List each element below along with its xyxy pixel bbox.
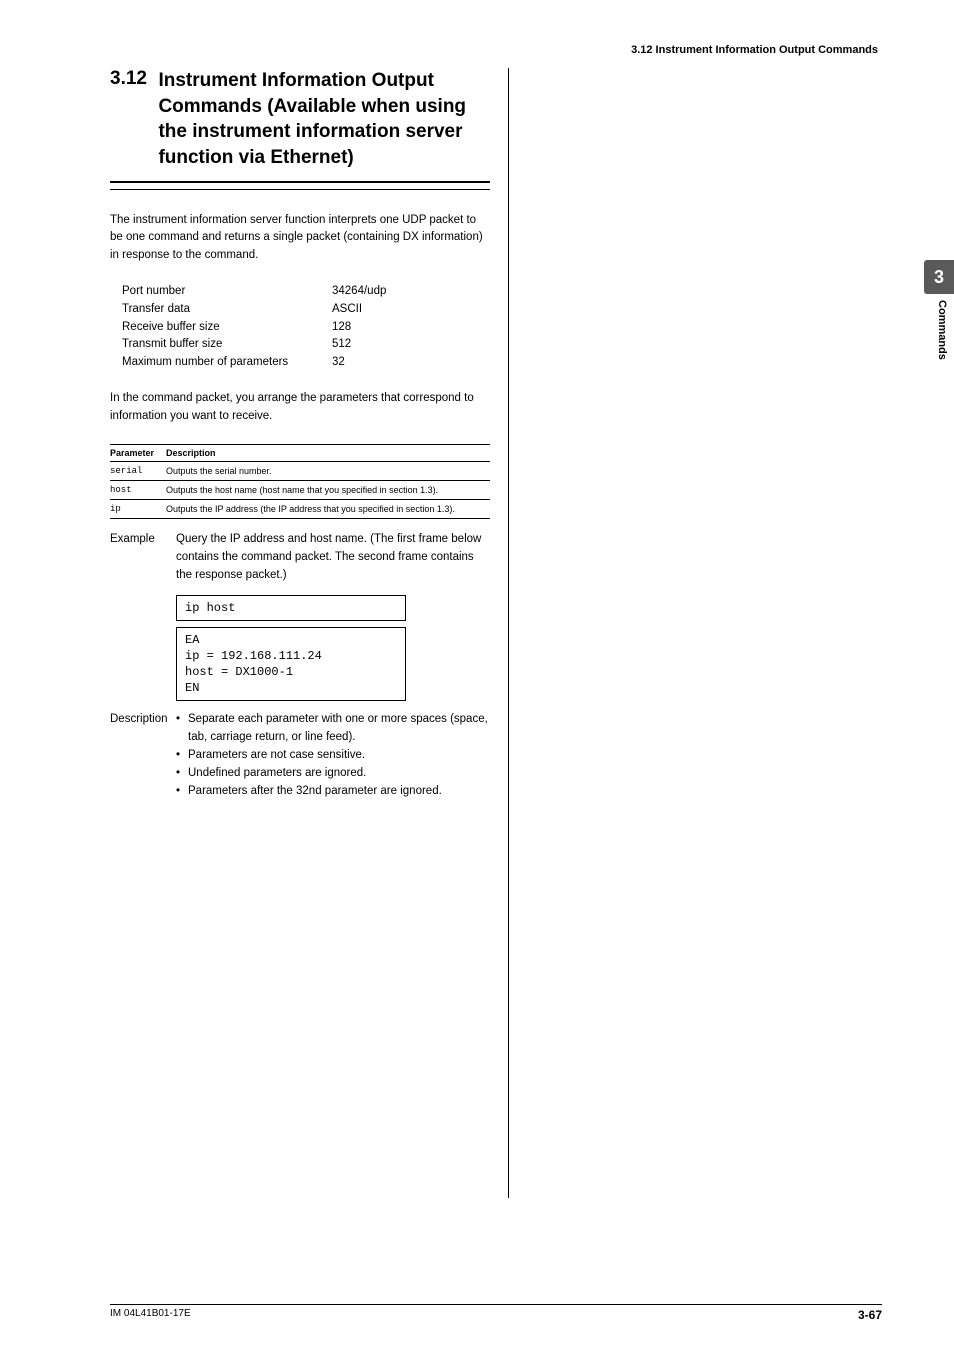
heading-rule-thick xyxy=(110,181,490,183)
right-column xyxy=(508,68,868,1198)
footer-page-number: 3-67 xyxy=(858,1308,882,1322)
chapter-tab: 3 xyxy=(924,260,954,294)
running-header: 3.12 Instrument Information Output Comma… xyxy=(631,44,878,56)
param-code: host xyxy=(110,480,166,499)
description-label: Description xyxy=(110,711,176,747)
para-2: In the command packet, you arrange the p… xyxy=(110,390,490,426)
param-code: serial xyxy=(110,461,166,480)
kv-key: Receive buffer size xyxy=(122,319,332,337)
param-th-description: Description xyxy=(166,444,490,461)
kv-key: Transfer data xyxy=(122,301,332,319)
kv-val: ASCII xyxy=(332,301,362,319)
kv-val: 34264/udp xyxy=(332,283,386,301)
kv-key: Maximum number of parameters xyxy=(122,354,332,372)
left-column: 3.12 Instrument Information Output Comma… xyxy=(110,68,490,1198)
param-desc: Outputs the serial number. xyxy=(166,461,490,480)
bullet-icon: • xyxy=(176,765,188,783)
parameter-table: Parameter Description serial Outputs the… xyxy=(110,444,490,519)
kv-val: 32 xyxy=(332,354,345,372)
desc-item: Undefined parameters are ignored. xyxy=(188,765,490,783)
bullet-icon: • xyxy=(176,747,188,765)
response-packet-frame: EA ip = 192.168.111.24 host = DX1000-1 E… xyxy=(176,627,406,702)
desc-item: Parameters after the 32nd parameter are … xyxy=(188,783,490,801)
intro-paragraph: The instrument information server functi… xyxy=(110,212,490,265)
example-label: Example xyxy=(110,531,176,584)
bullet-icon: • xyxy=(176,711,188,747)
page-footer: IM 04L41B01-17E 3-67 xyxy=(110,1304,882,1322)
desc-item: Parameters are not case sensitive. xyxy=(188,747,490,765)
param-code: ip xyxy=(110,499,166,518)
kv-key: Transmit buffer size xyxy=(122,336,332,354)
table-row: host Outputs the host name (host name th… xyxy=(110,480,490,499)
param-th-parameter: Parameter xyxy=(110,444,166,461)
heading-rule-thin xyxy=(110,189,490,190)
section-heading: 3.12 Instrument Information Output Comma… xyxy=(110,68,490,171)
footer-docid: IM 04L41B01-17E xyxy=(110,1308,191,1322)
chapter-tab-label: Commands xyxy=(936,300,948,360)
param-desc: Outputs the IP address (the IP address t… xyxy=(166,499,490,518)
description-block: Description • Separate each parameter wi… xyxy=(110,711,490,800)
example-text: Query the IP address and host name. (The… xyxy=(176,531,490,584)
section-number: 3.12 xyxy=(110,68,154,90)
table-row: ip Outputs the IP address (the IP addres… xyxy=(110,499,490,518)
desc-item: Separate each parameter with one or more… xyxy=(188,711,490,747)
kv-val: 512 xyxy=(332,336,351,354)
command-packet-frame: ip host xyxy=(176,595,406,621)
kv-val: 128 xyxy=(332,319,351,337)
table-row: serial Outputs the serial number. xyxy=(110,461,490,480)
param-desc: Outputs the host name (host name that yo… xyxy=(166,480,490,499)
kv-key: Port number xyxy=(122,283,332,301)
bullet-icon: • xyxy=(176,783,188,801)
section-title: Instrument Information Output Commands (… xyxy=(158,68,478,171)
properties-table: Port number34264/udp Transfer dataASCII … xyxy=(122,283,490,372)
example-block: Example Query the IP address and host na… xyxy=(110,531,490,584)
